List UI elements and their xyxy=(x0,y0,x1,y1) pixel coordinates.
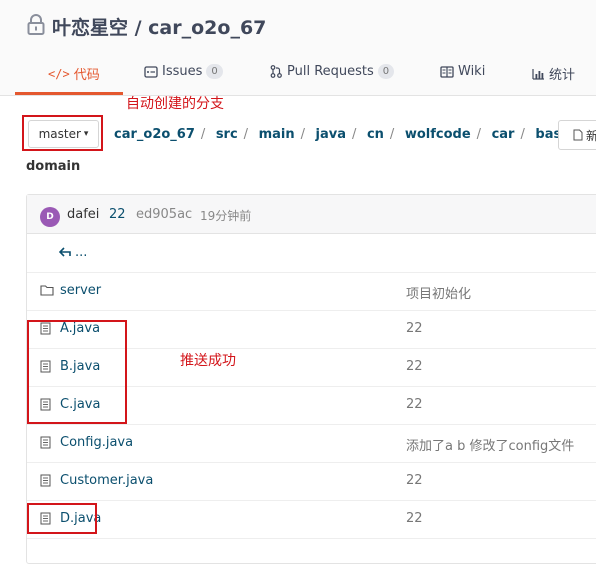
stats-icon xyxy=(532,68,544,80)
lock-icon xyxy=(27,14,45,35)
breadcrumb-item[interactable]: car xyxy=(492,127,515,142)
breadcrumb: car_o2o_67 / src / main / java / cn / wolfcod… xyxy=(114,127,586,142)
breadcrumb-separator: / xyxy=(352,127,357,142)
tab-stats[interactable]: 统计 xyxy=(532,64,575,83)
tab-issues[interactable]: Issues 0 xyxy=(144,64,223,79)
file-commit-message[interactable]: 22 xyxy=(406,397,423,412)
file-icon xyxy=(40,474,51,487)
new-file-button[interactable]: 新 xyxy=(558,120,596,150)
file-commit-message[interactable]: 添加了a b 修改了config文件 xyxy=(406,435,574,454)
issues-count-badge: 0 xyxy=(206,64,223,79)
folder-icon xyxy=(40,285,54,296)
push-success-annotation: 推送成功 xyxy=(180,353,236,369)
tab-stats-label: 统计 xyxy=(549,68,576,83)
breadcrumb-item[interactable]: src xyxy=(216,127,238,142)
breadcrumb-separator: / xyxy=(389,127,395,142)
breadcrumb-separator: / xyxy=(243,127,249,142)
new-file-label: 新 xyxy=(586,128,596,143)
commit-author[interactable]: dafei xyxy=(67,207,99,222)
tab-pull-requests-label: Pull Requests xyxy=(287,64,374,79)
breadcrumb-separator: / xyxy=(200,127,206,142)
tab-pull-requests[interactable]: Pull Requests 0 xyxy=(270,64,395,79)
file-icon xyxy=(573,129,583,141)
avatar[interactable]: D xyxy=(40,207,60,227)
pushed-files-highlight-box xyxy=(27,320,127,424)
breadcrumb-item[interactable]: cn xyxy=(367,127,384,142)
chevron-down-icon: ▾ xyxy=(83,129,89,139)
d-java-highlight-box xyxy=(27,503,97,534)
repo-title-text[interactable]: 叶恋星空 / car_o2o_67 xyxy=(52,13,266,40)
wiki-icon xyxy=(440,65,454,78)
tab-issues-label: Issues xyxy=(162,64,203,79)
issues-icon xyxy=(144,65,158,78)
branch-annotation: 自动创建的分支 xyxy=(126,96,224,112)
back-arrow-icon xyxy=(58,246,71,261)
file-name[interactable]: Config.java xyxy=(60,435,133,450)
breadcrumb-item[interactable]: main xyxy=(259,127,295,142)
tab-code-label: 代码 xyxy=(73,68,100,83)
breadcrumb-item[interactable]: car_o2o_67 xyxy=(114,127,195,142)
branch-selector[interactable]: master ▾ xyxy=(28,120,99,148)
file-commit-message[interactable]: 22 xyxy=(406,359,423,374)
commit-message[interactable]: 22 xyxy=(109,207,126,222)
breadcrumb-item[interactable]: java xyxy=(316,127,346,142)
table-row[interactable]: server 项目初始化 xyxy=(27,272,596,311)
breadcrumb-item[interactable]: wolfcode xyxy=(405,127,471,142)
parent-directory-row[interactable]: ... xyxy=(27,234,596,273)
breadcrumb-separator: / xyxy=(476,127,482,142)
breadcrumb-separator: / xyxy=(300,127,306,142)
file-commit-message[interactable]: 22 xyxy=(406,321,423,336)
tab-wiki[interactable]: Wiki xyxy=(440,64,485,79)
tab-wiki-label: Wiki xyxy=(458,64,486,79)
file-commit-message[interactable]: 项目初始化 xyxy=(406,283,471,302)
file-name[interactable]: server xyxy=(60,283,101,298)
table-row[interactable]: Customer.java 22 xyxy=(27,462,596,501)
table-row[interactable]: D.java 22 xyxy=(27,500,596,539)
breadcrumb-current: domain xyxy=(26,159,81,174)
commit-sha[interactable]: ed905ac xyxy=(136,207,192,222)
latest-commit-bar: D dafei 22 ed905ac 19分钟前 xyxy=(27,195,596,234)
repo-tabs: </> 代码 Issues 0 Pull Requests 0 Wiki 统计 xyxy=(0,60,596,95)
tab-code[interactable]: </> 代码 xyxy=(48,64,100,84)
file-commit-message[interactable]: 22 xyxy=(406,473,423,488)
active-tab-indicator xyxy=(15,92,123,95)
pull-requests-count-badge: 0 xyxy=(377,64,395,79)
parent-directory-link[interactable]: ... xyxy=(75,245,87,260)
table-row[interactable]: Config.java 添加了a b 修改了config文件 xyxy=(27,424,596,463)
pull-request-icon xyxy=(270,65,282,78)
breadcrumb-separator: / xyxy=(520,127,525,142)
repo-header: 叶恋星空 / car_o2o_67 </> 代码 Issues 0 Pull R… xyxy=(0,0,596,96)
file-name[interactable]: Customer.java xyxy=(60,473,153,488)
file-commit-message[interactable]: 22 xyxy=(406,511,423,526)
file-icon xyxy=(40,436,51,449)
code-icon: </> xyxy=(48,66,70,81)
commit-time: 19分钟前 xyxy=(200,209,252,223)
branch-label: master xyxy=(38,127,81,141)
